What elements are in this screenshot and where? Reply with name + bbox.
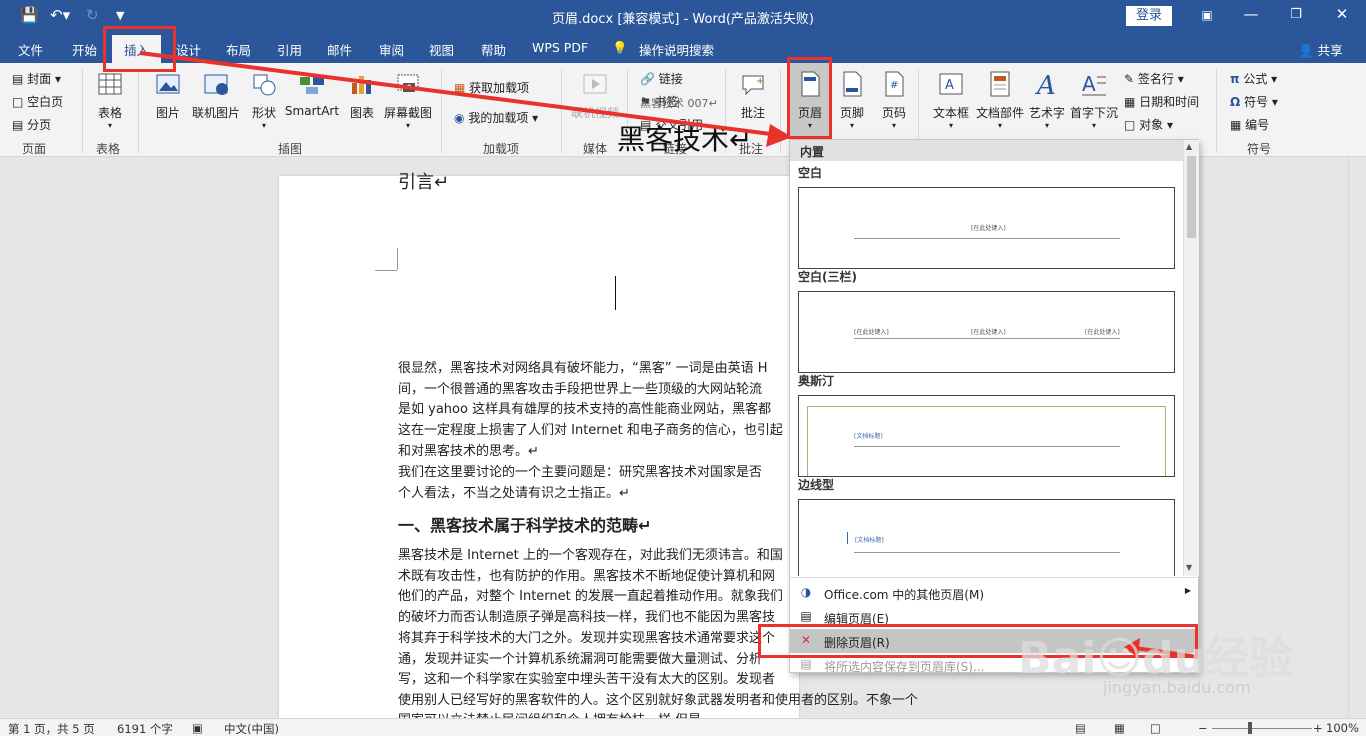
baidu-watermark-url: jingyan.baidu.com xyxy=(1103,678,1251,697)
arrowhead xyxy=(766,124,792,147)
arrow-insert-to-header xyxy=(139,51,787,138)
baidu-watermark: Bai☺du经验 xyxy=(1018,633,1293,684)
